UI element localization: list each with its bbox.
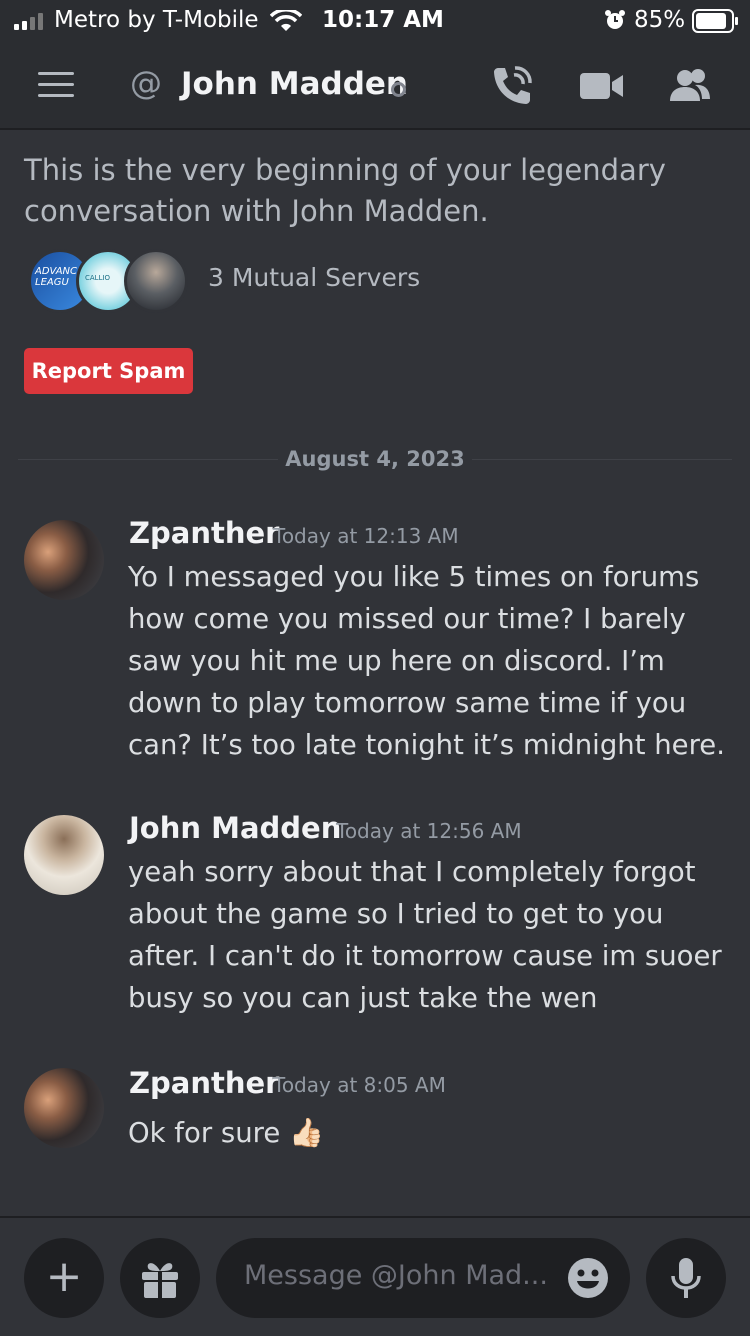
date-divider: August 4, 2023: [285, 447, 465, 471]
emoji-picker-icon[interactable]: [566, 1256, 610, 1300]
battery-icon: [692, 9, 738, 33]
members-icon[interactable]: [668, 67, 712, 103]
phone-call-icon[interactable]: [490, 64, 534, 106]
message-body: Yo I messaged you like 5 times on forums…: [128, 561, 725, 761]
header-title[interactable]: John Madden: [181, 66, 408, 102]
gift-button[interactable]: [120, 1238, 200, 1318]
message-timestamp: Today at 8:05 AM: [273, 1073, 446, 1097]
message-author[interactable]: John Madden: [129, 811, 341, 845]
message-body: yeah sorry about that I completely forgo…: [128, 856, 722, 1014]
plus-icon: +: [45, 1251, 83, 1302]
divider-line: [472, 459, 732, 460]
message-input-placeholder: Message @John Mad...: [244, 1260, 548, 1291]
video-camera-icon[interactable]: [580, 72, 624, 100]
report-spam-button[interactable]: Report Spam: [24, 348, 193, 394]
status-time: 10:17 AM: [322, 7, 444, 33]
divider-line: [18, 459, 278, 460]
message-author[interactable]: Zpanther: [129, 516, 279, 550]
avatar[interactable]: [24, 815, 104, 895]
hamburger-menu-icon[interactable]: [38, 72, 74, 98]
conversation-intro-text: This is the very beginning of your legen…: [24, 153, 666, 228]
carrier-name: Metro by T-Mobile: [54, 7, 259, 33]
message-author[interactable]: Zpanther: [129, 1066, 279, 1100]
server-icon: [124, 249, 188, 313]
avatar[interactable]: [24, 520, 104, 600]
add-attachment-button[interactable]: +: [24, 1238, 104, 1318]
thumbs-up-emoji-icon: 👍🏻: [289, 1116, 324, 1149]
wifi-icon: [270, 10, 302, 31]
status-bar: Metro by T-Mobile 10:17 AM 85%: [0, 0, 750, 42]
message-composer: + Message @John Mad...: [0, 1216, 750, 1336]
message-body: Ok for sure 👍🏻: [128, 1112, 738, 1154]
at-icon: @: [130, 64, 162, 102]
avatar[interactable]: [24, 1068, 104, 1148]
message-input[interactable]: Message @John Mad...: [216, 1238, 630, 1318]
gift-icon: [142, 1263, 178, 1298]
microphone-icon: [671, 1258, 701, 1298]
voice-message-button[interactable]: [646, 1238, 726, 1318]
message-text: Ok for sure: [128, 1117, 281, 1149]
message-timestamp: Today at 12:56 AM: [336, 819, 522, 843]
alarm-clock-icon: [605, 10, 625, 29]
offline-status-icon: [391, 82, 406, 97]
mutual-servers-label[interactable]: 3 Mutual Servers: [208, 263, 420, 292]
channel-header: @ John Madden: [0, 42, 750, 130]
server-icon-label: CALLIO: [85, 274, 111, 282]
signal-icon: [14, 13, 43, 30]
battery-percent: 85%: [634, 7, 686, 33]
message-timestamp: Today at 12:13 AM: [273, 524, 459, 548]
